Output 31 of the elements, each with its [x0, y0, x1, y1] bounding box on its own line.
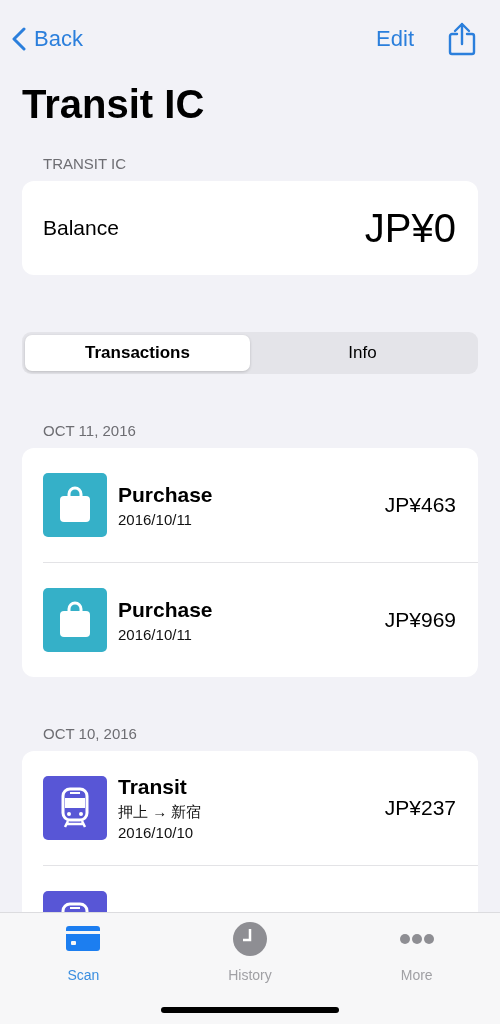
- date-header: OCT 10, 2016: [43, 724, 138, 744]
- back-button[interactable]: Back: [12, 26, 83, 52]
- section-header: TRANSIT IC: [43, 154, 128, 174]
- chevron-left-icon: [12, 27, 26, 51]
- transaction-date: 2016/10/10: [118, 824, 195, 841]
- transaction-title: Transit: [118, 775, 188, 799]
- card-icon: [66, 926, 101, 952]
- transaction-amount: JP¥969: [384, 608, 456, 632]
- tab-bar-item[interactable]: History: [166, 913, 334, 1024]
- share-button[interactable]: [448, 22, 476, 56]
- transaction-date: 2016/10/11: [118, 625, 193, 643]
- balance-label: Balance: [43, 216, 119, 240]
- shopping-bag-icon: [43, 473, 107, 537]
- tab-bar-item[interactable]: More: [333, 913, 500, 1024]
- transaction-title: Purchase: [118, 482, 214, 507]
- tab-bar-item[interactable]: Scan: [0, 913, 167, 1024]
- transaction-title: Purchase: [118, 597, 214, 622]
- balance-amount: JP¥0: [364, 205, 456, 251]
- more-icon: [399, 934, 434, 944]
- transaction-date: 2016/10/11: [118, 510, 193, 528]
- transaction-route: 押上 → 新宿: [118, 803, 203, 822]
- train-icon: [43, 776, 107, 840]
- edit-button[interactable]: Edit: [376, 26, 414, 52]
- transaction-amount: JP¥463: [384, 493, 456, 517]
- page-title: Transit IC: [22, 81, 206, 128]
- date-header: OCT 11, 2016: [43, 421, 137, 441]
- segment-tab[interactable]: Transactions: [25, 335, 250, 371]
- shopping-bag-icon: [43, 588, 107, 652]
- clock-icon: [233, 922, 267, 956]
- segment-tab[interactable]: Info: [250, 335, 475, 371]
- transaction-amount: JP¥237: [384, 796, 456, 820]
